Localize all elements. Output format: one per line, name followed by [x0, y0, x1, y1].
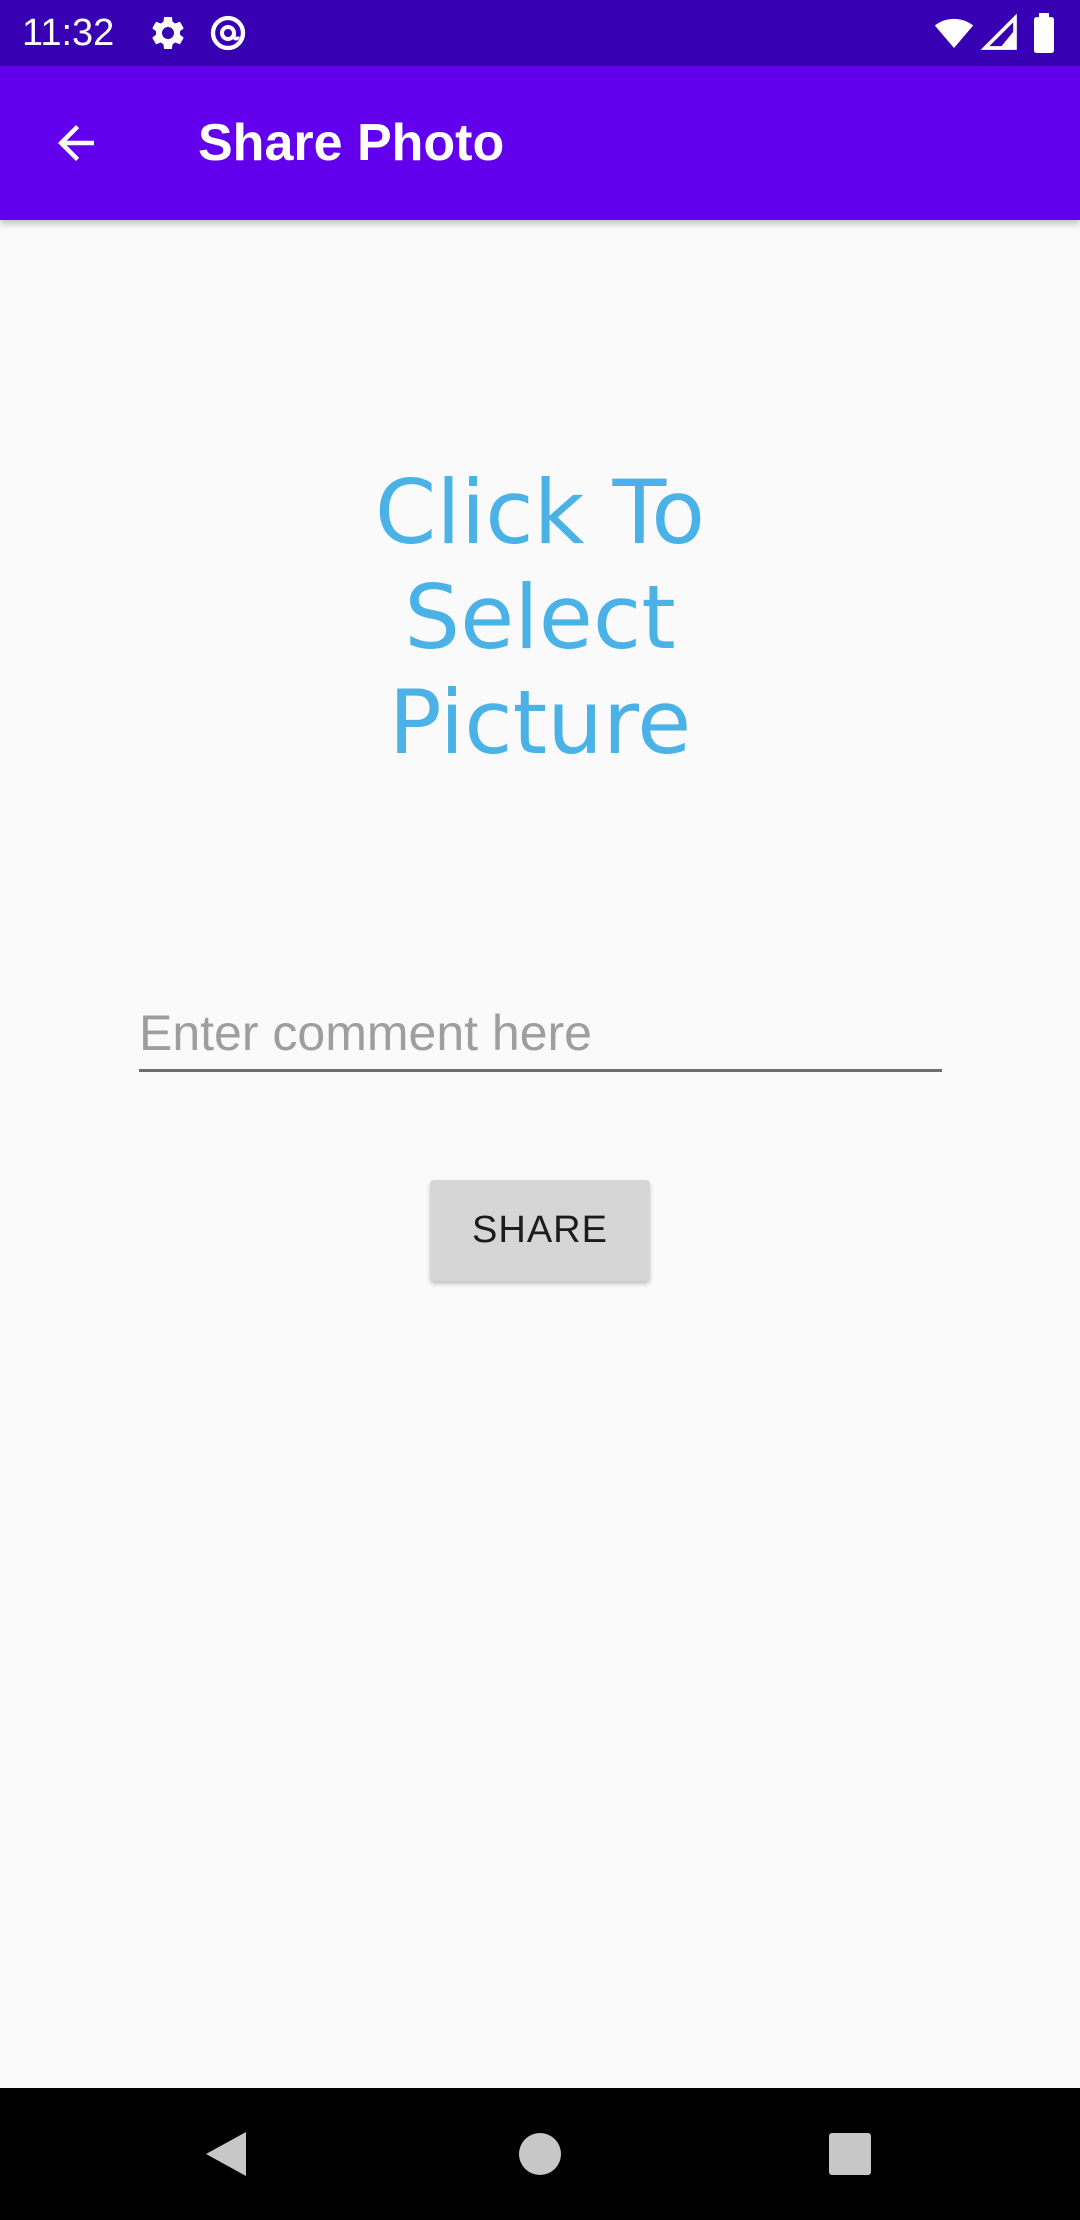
- share-button[interactable]: SHARE: [430, 1180, 650, 1281]
- arrow-back-icon: [58, 125, 94, 161]
- wifi-icon: [934, 13, 974, 53]
- comment-input[interactable]: [139, 996, 942, 1072]
- select-picture-image[interactable]: Click To Select Picture: [290, 460, 790, 800]
- nav-back-button[interactable]: [184, 2112, 268, 2196]
- home-circle-icon: [519, 2133, 561, 2175]
- status-time: 11:32: [22, 12, 115, 54]
- gear-icon: [148, 13, 188, 53]
- back-button[interactable]: [36, 103, 116, 183]
- screen: 11:32 Share Photo Click To Select Pictur…: [0, 0, 1080, 2220]
- select-picture-line-3: Picture: [388, 671, 692, 774]
- back-triangle-icon: [206, 2132, 246, 2176]
- navigation-bar: [0, 2088, 1080, 2220]
- nav-home-button[interactable]: [498, 2112, 582, 2196]
- battery-icon: [1030, 13, 1058, 53]
- select-picture-line-1: Click To: [374, 461, 706, 564]
- nav-recents-button[interactable]: [808, 2112, 892, 2196]
- at-sign-icon: [208, 13, 248, 53]
- select-picture-line-2: Select: [404, 566, 676, 669]
- cellular-signal-icon: [980, 13, 1020, 53]
- status-bar: 11:32: [0, 0, 1080, 66]
- recents-square-icon: [829, 2133, 871, 2175]
- app-bar: Share Photo: [0, 66, 1080, 220]
- comment-field-container: [139, 996, 942, 1076]
- page-title: Share Photo: [198, 114, 505, 172]
